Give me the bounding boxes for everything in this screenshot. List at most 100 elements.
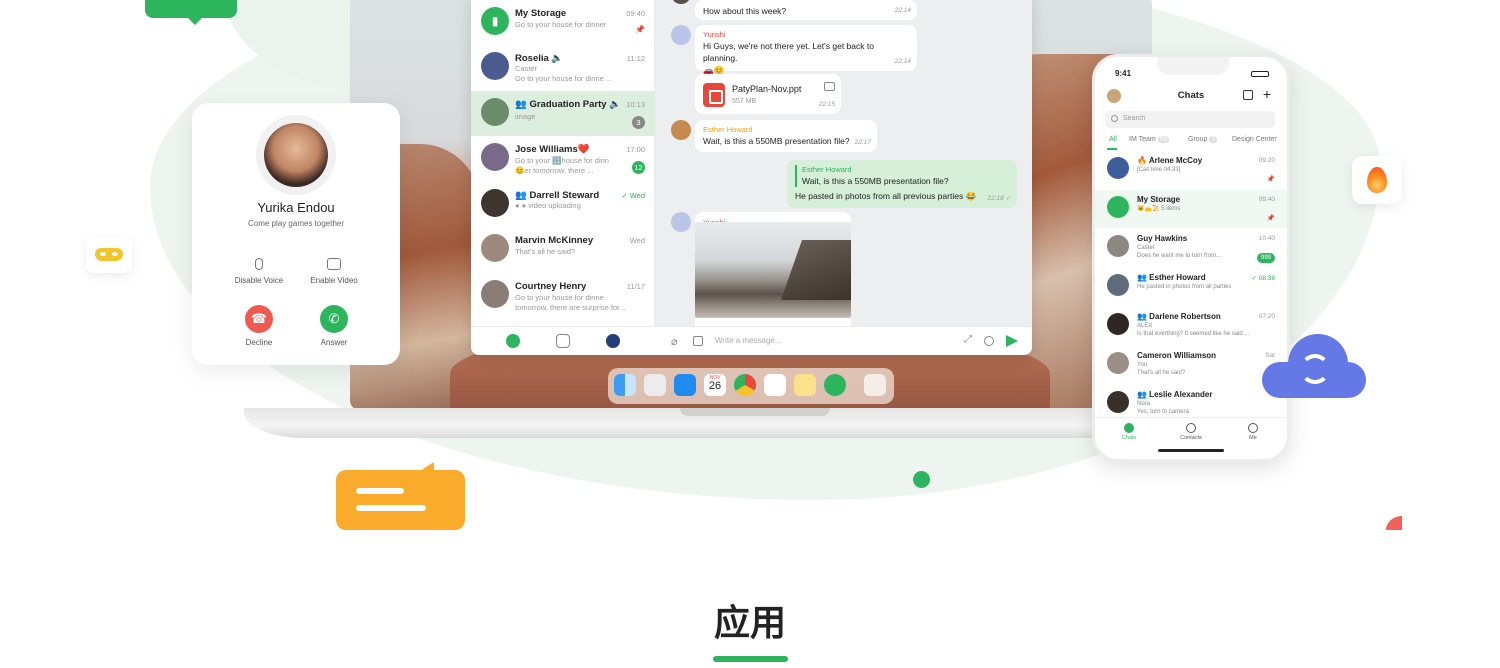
answer-label: Answer	[320, 338, 348, 347]
chat-item-name: Guy Hawkins	[1137, 234, 1188, 243]
phone-chat-item[interactable]: Cameron Williamson Sat You That's all he…	[1095, 346, 1287, 384]
nav-contacts[interactable]: Contacts	[1171, 423, 1211, 441]
nav-label: Chats	[1121, 435, 1137, 441]
send-icon[interactable]	[1006, 335, 1018, 347]
incoming-call-card: Yurika Endou Come play games together Di…	[192, 103, 400, 365]
app-store-icon[interactable]	[674, 374, 696, 396]
message-bubble: Esther Howard Wait, is this a 550MB pres…	[695, 120, 877, 152]
tab-group[interactable]: Group 3	[1188, 136, 1218, 143]
notes-icon[interactable]	[794, 374, 816, 396]
chat-item-preview: [Call time 04:33]	[1137, 167, 1181, 173]
chat-app-icon[interactable]	[824, 374, 846, 396]
chat-item-name: My Storage	[1137, 195, 1181, 204]
search-icon	[1111, 115, 1118, 122]
file-name: PatyPlan-Nov.ppt	[732, 84, 802, 94]
unread-badge: 3	[632, 116, 645, 129]
message-text: Hi Guys, we're not there yet. Let's get …	[703, 41, 874, 63]
decline-label: Decline	[245, 338, 273, 347]
avatar	[481, 280, 509, 308]
group-avatar	[1107, 313, 1129, 335]
disable-voice-label: Disable Voice	[234, 276, 284, 285]
chat-item-name: 🔥 Arlene McCoy	[1137, 156, 1203, 165]
chat-item-preview: 😊er tomorrow, there ...	[515, 166, 594, 175]
message-text: How about this week?	[703, 6, 787, 16]
phone-chat-item[interactable]: 🔥 Arlene McCoy 09:20 [Call time 04:33] 📌	[1095, 151, 1287, 189]
chat-item-time: 09:20	[1258, 157, 1275, 164]
message-input-bar: ⌀ Write a message... ⤢	[655, 326, 1032, 355]
chat-list-item-darrell-steward[interactable]: 👥 Darrell Steward ✓ Wed ● ● video upload…	[471, 182, 655, 227]
chat-item-preview: Is that everthing? It seemed like he sai…	[1137, 331, 1249, 337]
chrome-icon[interactable]	[734, 374, 756, 396]
phone-chat-item[interactable]: My Storage 09:40 😺👝📜 5 items 📌	[1095, 190, 1287, 228]
calendar-icon[interactable]: NOV 26	[704, 374, 726, 396]
folder-icon[interactable]	[824, 82, 835, 91]
file-message[interactable]: PatyPlan-Nov.ppt 557 MB 22:15	[695, 74, 841, 114]
chat-item-preview: tomorrow, there are surprise for ...	[515, 303, 625, 312]
tab-label: Group	[1188, 136, 1208, 143]
fire-emoji-card	[1352, 156, 1402, 204]
chat-list-item-courtney-henry[interactable]: Courtney Henry 11/17 Go to your house fo…	[471, 273, 655, 318]
reply-quote: Esther Howard Wait, is this a 550MB pres…	[795, 165, 1009, 187]
phone-chat-item[interactable]: 👥 Darlene Robertson 07:20 ALEX Is that e…	[1095, 307, 1287, 345]
bookmark-icon: ▮	[481, 7, 509, 35]
tab-all[interactable]: All	[1109, 136, 1117, 143]
chat-item-preview: Caster	[515, 64, 538, 73]
beach-photo[interactable]	[695, 222, 851, 318]
answer-button[interactable]: ✆	[320, 305, 348, 333]
tab-im-team[interactable]: IM Team 99	[1129, 136, 1170, 143]
chat-item-preview: Does he want me to turn from...	[1137, 253, 1222, 259]
contacts-tab-icon[interactable]	[556, 334, 570, 348]
green-dot-decoration	[913, 471, 930, 488]
globe-tab-icon[interactable]	[606, 334, 620, 348]
emoji-icon[interactable]	[984, 336, 994, 346]
trash-icon[interactable]	[864, 374, 886, 396]
chat-item-time: ✓ 08:38	[1251, 275, 1275, 282]
chat-item-name: 👥 Esther Howard	[1137, 273, 1206, 282]
green-bubble-tail	[186, 16, 204, 25]
chat-item-preview: 😺👝📜 5 items	[1137, 206, 1181, 212]
add-icon[interactable]: +	[1263, 87, 1271, 101]
chat-item-name: 👥 Darlene Robertson	[1137, 312, 1221, 321]
chat-list-item-my-storage[interactable]: ▮ My Storage 09:40 Go to your house for …	[471, 0, 655, 45]
chats-tab-icon[interactable]	[506, 334, 520, 348]
chat-list-item-roselia[interactable]: Roselia 🔈 11:12 Caster Go to your house …	[471, 45, 655, 90]
enable-video-button[interactable]: Enable Video	[294, 258, 374, 285]
expand-icon[interactable]: ⤢	[964, 334, 972, 345]
chat-item-name: Marvin McKinney	[515, 235, 594, 246]
chat-list-item-graduation-party[interactable]: 👥 Graduation Party 🔈 10:13 image 3	[471, 91, 655, 136]
attachment-icon[interactable]: ⌀	[671, 335, 678, 348]
phone-chat-item[interactable]: 👥 Esther Howard ✓ 08:38 He pasted in pho…	[1095, 268, 1287, 306]
avatar	[671, 120, 691, 140]
phone-chat-item[interactable]: Guy Hawkins 10:40 Caster Does he want me…	[1095, 229, 1287, 267]
phone-notch	[1157, 57, 1229, 75]
bookmark-icon	[1107, 196, 1129, 218]
disable-voice-button[interactable]: Disable Voice	[219, 258, 299, 285]
reply-text: Wait, is this a 550MB presentation file?	[802, 176, 949, 186]
chat-item-name: 👥 Darrell Steward	[515, 190, 600, 201]
section-title-underline	[713, 656, 788, 662]
reminders-icon[interactable]	[764, 374, 786, 396]
caller-status: Come play games together	[247, 219, 345, 228]
nav-me[interactable]: Me	[1233, 423, 1273, 441]
screenshot-icon[interactable]	[693, 336, 703, 346]
decline-button[interactable]: ☎	[245, 305, 273, 333]
chat-item-time: ✓ Wed	[621, 191, 645, 200]
avatar	[671, 212, 691, 232]
tab-count: 99	[1157, 136, 1170, 143]
message-input[interactable]: Write a message...	[715, 336, 782, 345]
phone-search-input[interactable]: Search	[1105, 111, 1275, 128]
chat-list-item-jose-williams[interactable]: Jose Williams❤️ 17:00 Go to your 🔢house …	[471, 136, 655, 181]
launchpad-icon[interactable]	[644, 374, 666, 396]
message-time: 22:15	[818, 101, 835, 108]
tab-design-center[interactable]: Design Center	[1232, 136, 1277, 143]
nav-chats[interactable]: Chats	[1109, 423, 1149, 441]
pin-icon: 📌	[1266, 215, 1275, 222]
compose-icon[interactable]	[1243, 90, 1253, 100]
chat-list-item-marvin-mckinney[interactable]: Marvin McKinney Wed That's all he said?	[471, 227, 655, 272]
conversation-panel: How about this week? 22:14 Yurishi Hi Gu…	[655, 0, 1032, 332]
text-line	[356, 488, 404, 494]
finder-icon[interactable]	[614, 374, 636, 396]
chat-item-name: 👥 Leslie Alexander	[1137, 390, 1213, 399]
chat-item-time: 17:00	[626, 145, 645, 154]
chat-list-bottom-nav	[471, 326, 655, 355]
